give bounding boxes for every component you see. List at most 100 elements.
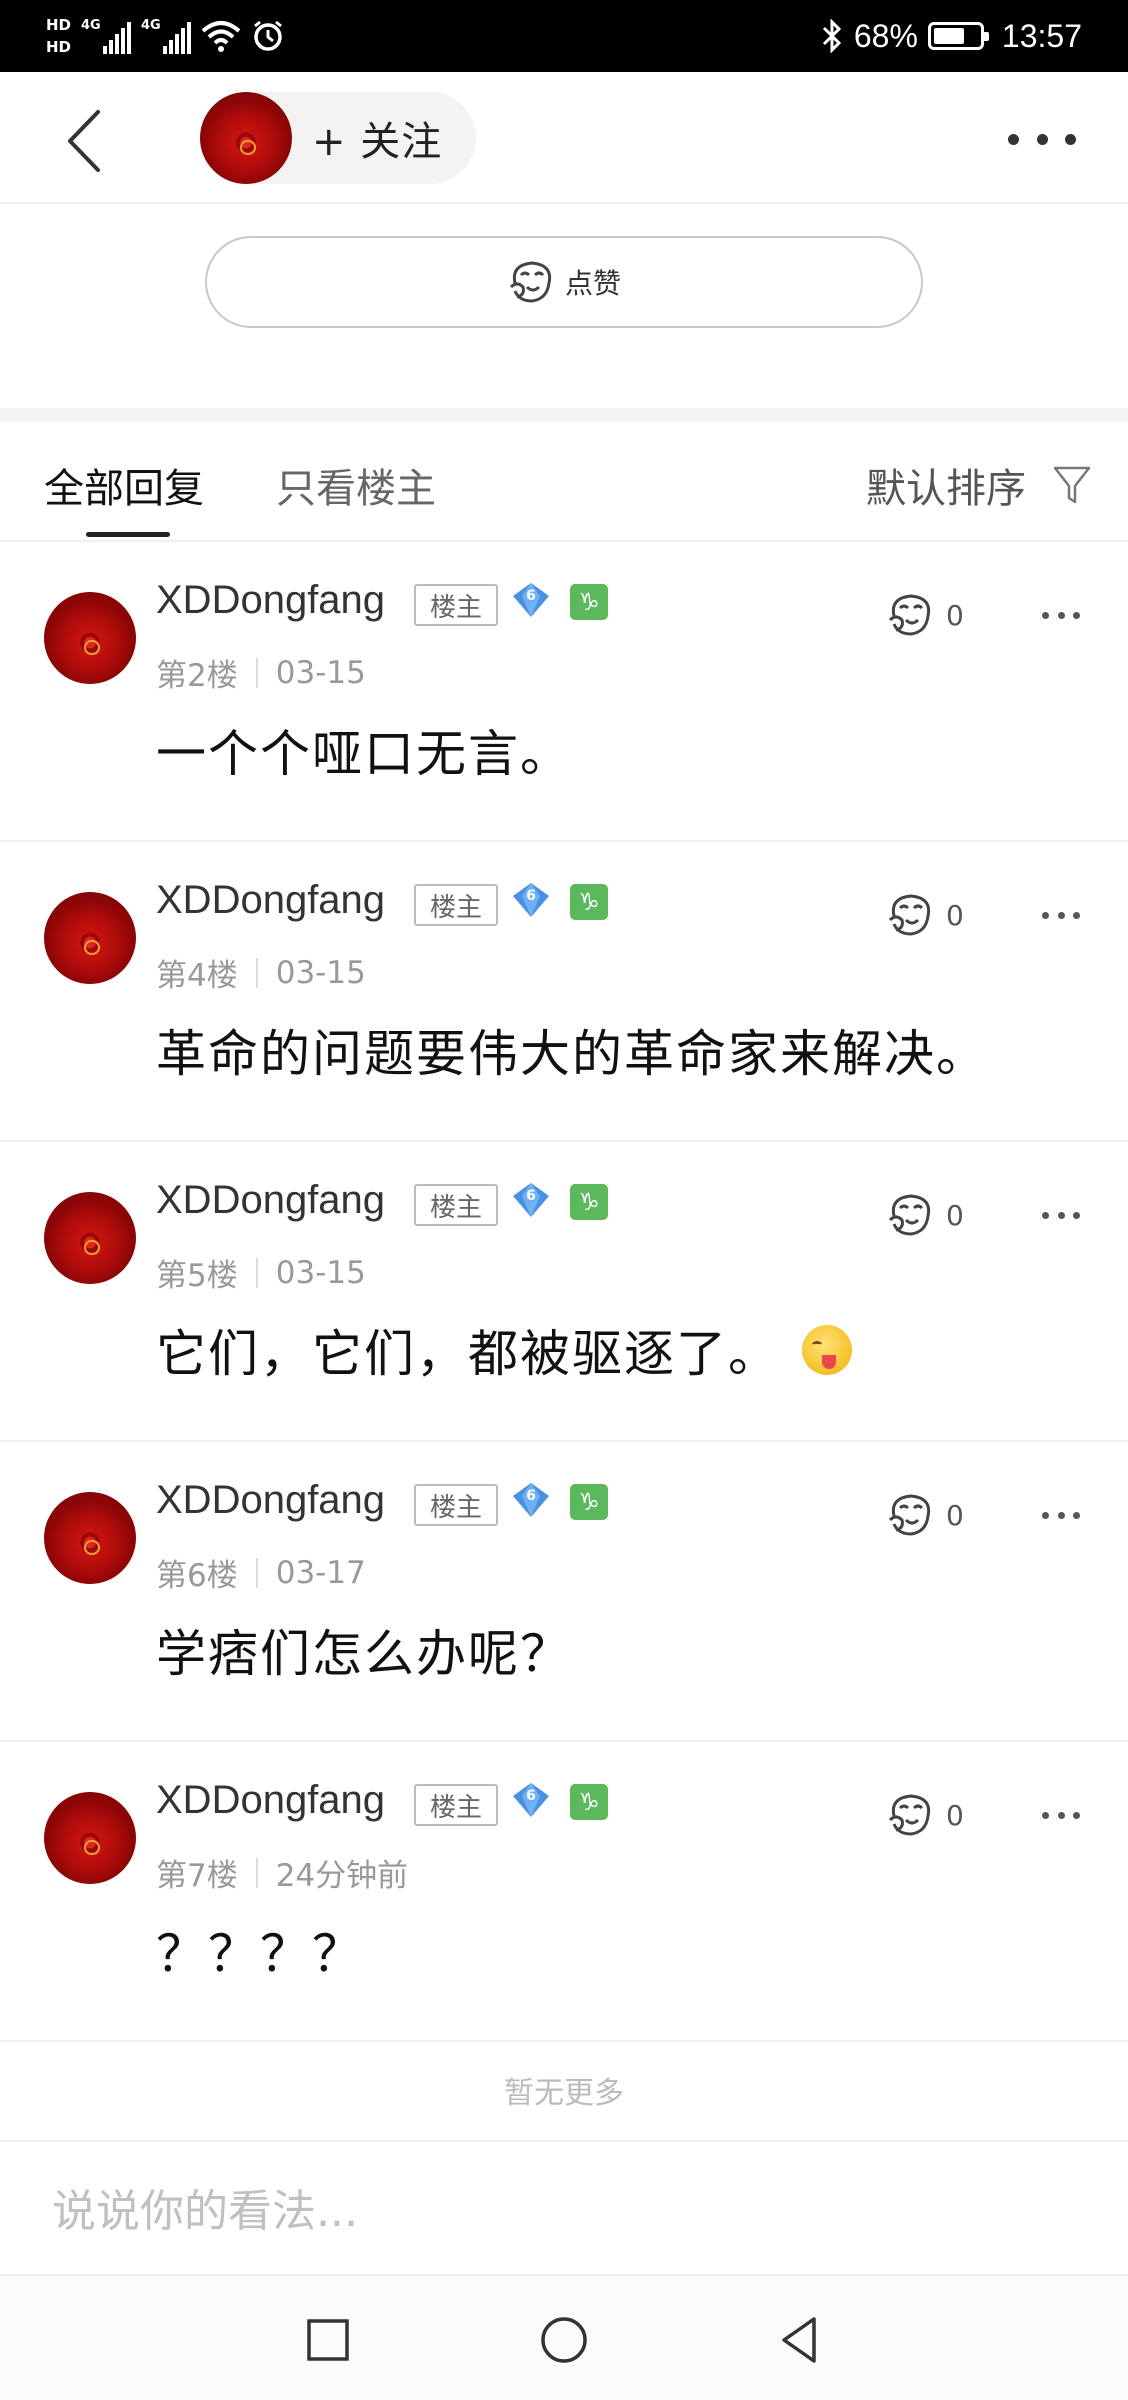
tab-all-replies[interactable]: 全部回复 xyxy=(44,456,204,514)
recent-apps-button[interactable] xyxy=(302,2314,354,2366)
reply-item: XDDongfang 楼主 6 ♑ 第4楼 03-15 0 革命的问题要伟大的革… xyxy=(0,842,1128,1142)
reply-more-button[interactable] xyxy=(1042,1512,1080,1522)
zodiac-icon: ♑ xyxy=(570,1484,608,1520)
like-face-icon xyxy=(888,1794,931,1836)
reply-content: 它们，它们，都被驱逐了。 xyxy=(156,1314,852,1386)
yum-emoji-icon xyxy=(802,1325,852,1375)
op-badge: 楼主 xyxy=(414,1484,498,1526)
level-number: 6 xyxy=(526,888,536,904)
level-number: 6 xyxy=(526,588,536,604)
no-more-indicator: 暂无更多 xyxy=(0,2040,1128,2142)
more-dot xyxy=(1073,1212,1080,1219)
more-dot xyxy=(1042,1812,1049,1819)
reply-meta: 第4楼 03-15 xyxy=(156,950,366,995)
reply-content: ？？？？ xyxy=(156,1914,364,1986)
like-button[interactable]: 点赞 xyxy=(205,236,923,328)
circle-icon xyxy=(541,2317,587,2363)
reply-time: 03-15 xyxy=(275,654,366,691)
floor-number: 第7楼 xyxy=(156,1858,238,1894)
active-tab-indicator xyxy=(86,532,170,537)
bluetooth-icon xyxy=(822,19,841,53)
level-number: 6 xyxy=(526,1788,536,1804)
sim2-hd: HD xyxy=(46,38,72,56)
like-count: 0 xyxy=(946,898,964,932)
avatar[interactable] xyxy=(200,92,292,184)
zodiac-icon: ♑ xyxy=(570,1184,608,1220)
more-dot xyxy=(1057,1812,1065,1819)
more-dot xyxy=(1042,1212,1049,1219)
tab-op-only[interactable]: 只看楼主 xyxy=(276,456,436,514)
more-dot xyxy=(1057,912,1065,919)
reply-author[interactable]: XDDongfang xyxy=(156,1178,385,1223)
reply-more-button[interactable] xyxy=(1042,1812,1080,1822)
signal-icon: 4G xyxy=(81,18,132,54)
triangle-back-icon xyxy=(782,2317,816,2363)
reply-more-button[interactable] xyxy=(1042,1212,1080,1222)
zodiac-icon: ♑ xyxy=(570,584,608,620)
reply-content: 一个个哑口无言。 xyxy=(156,714,572,786)
reply-text: 学痞们怎么办呢？ xyxy=(156,1625,572,1683)
level-number: 6 xyxy=(526,1188,536,1204)
signal-icon: 4G xyxy=(141,18,192,54)
reply-more-button[interactable] xyxy=(1042,612,1080,622)
reply-more-button[interactable] xyxy=(1042,912,1080,922)
meta-divider xyxy=(255,1257,258,1288)
avatar[interactable] xyxy=(44,892,136,984)
sort-label: 默认排序 xyxy=(866,466,1026,512)
back-button[interactable] xyxy=(58,106,118,176)
reply-like-button[interactable]: 0 xyxy=(886,1492,964,1538)
clock: 13:57 xyxy=(1001,17,1082,54)
reply-content: 革命的问题要伟大的革命家来解决。 xyxy=(156,1014,988,1086)
like-face-icon xyxy=(888,1494,931,1536)
more-dot xyxy=(1073,612,1080,619)
sort-button[interactable]: 默认排序 xyxy=(866,456,1092,514)
reply-author[interactable]: XDDongfang xyxy=(156,1478,385,1523)
op-badge: 楼主 xyxy=(414,884,498,926)
reply-author[interactable]: XDDongfang xyxy=(156,1778,385,1823)
alarm-icon xyxy=(254,20,282,51)
back-nav-button[interactable] xyxy=(774,2314,826,2366)
reply-time: 03-15 xyxy=(275,954,366,991)
reply-text: 革命的问题要伟大的革命家来解决。 xyxy=(156,1025,988,1083)
diamond-level-icon: 6 xyxy=(513,1783,549,1817)
avatar[interactable] xyxy=(44,1792,136,1884)
avatar[interactable] xyxy=(44,1192,136,1284)
more-dot xyxy=(1073,1812,1080,1819)
reply-like-button[interactable]: 0 xyxy=(886,892,964,938)
more-dot xyxy=(1042,612,1049,619)
diamond-level-icon: 6 xyxy=(513,1483,549,1517)
avatar[interactable] xyxy=(44,1492,136,1584)
filter-icon xyxy=(1053,466,1091,504)
like-face-icon xyxy=(888,1194,931,1236)
diamond-level-icon: 6 xyxy=(513,1183,549,1217)
like-label: 点赞 xyxy=(564,267,621,300)
home-button[interactable] xyxy=(538,2314,590,2366)
reply-time: 03-15 xyxy=(275,1254,366,1291)
reply-like-button[interactable]: 0 xyxy=(886,592,964,638)
floor-number: 第4楼 xyxy=(156,958,238,994)
more-dot xyxy=(1073,1512,1080,1519)
reply-item: XDDongfang 楼主 6 ♑ 第7楼 24分钟前 0 ？？？？ xyxy=(0,1742,1128,2042)
avatar[interactable] xyxy=(44,592,136,684)
floor-number: 第5楼 xyxy=(156,1258,238,1294)
follow-button[interactable]: + 关注 xyxy=(200,92,476,184)
like-face-icon xyxy=(888,594,931,636)
like-count: 0 xyxy=(946,598,964,632)
more-options-button[interactable] xyxy=(1008,124,1076,154)
reply-author[interactable]: XDDongfang xyxy=(156,578,385,623)
status-bar: HD HD 4G 4G 68% 13:57 xyxy=(0,0,1128,72)
reply-meta: 第6楼 03-17 xyxy=(156,1550,366,1595)
reply-text: 它们，它们，都被驱逐了。 xyxy=(156,1325,780,1383)
reply-like-button[interactable]: 0 xyxy=(886,1792,964,1838)
op-badge: 楼主 xyxy=(414,1184,498,1226)
reply-author[interactable]: XDDongfang xyxy=(156,878,385,923)
diamond-level-icon: 6 xyxy=(513,883,549,917)
system-nav-bar xyxy=(0,2276,1128,2400)
floor-number: 第6楼 xyxy=(156,1558,238,1594)
comment-input[interactable] xyxy=(52,2176,1052,2246)
comment-bar xyxy=(0,2142,1128,2276)
reply-like-button[interactable]: 0 xyxy=(886,1192,964,1238)
reply-item: XDDongfang 楼主 6 ♑ 第5楼 03-15 0 它们，它们，都被驱逐… xyxy=(0,1142,1128,1442)
meta-divider xyxy=(255,657,258,688)
status-left: HD HD 4G 4G xyxy=(46,8,285,64)
